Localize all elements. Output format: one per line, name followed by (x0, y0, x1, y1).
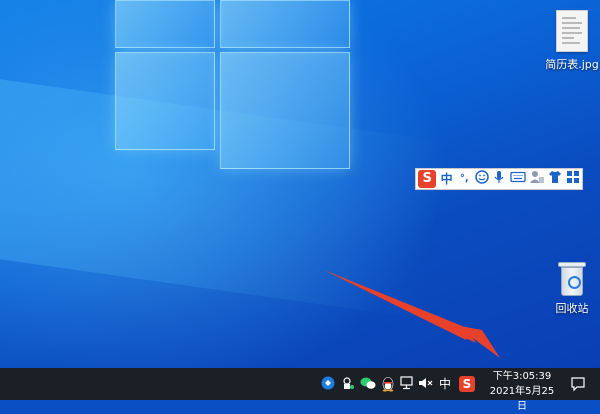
clock-date: 2021年5月25日 (489, 386, 555, 412)
wechat-icon[interactable] (360, 376, 376, 392)
toolbox-grid-icon[interactable] (565, 170, 580, 188)
windows-logo-pane-top-right (220, 0, 350, 48)
desktop-icon-label: 回收站 (555, 302, 589, 315)
input-method-indicator[interactable]: 中 (437, 376, 453, 392)
sogou-ime-toolbar[interactable]: S 中 °, (415, 168, 583, 190)
recycle-bin-icon (558, 262, 586, 296)
sogou-logo-icon[interactable]: S (418, 170, 437, 188)
sogou-cloud-icon[interactable] (320, 376, 336, 392)
windows-logo-pane-bottom-right (220, 52, 350, 169)
ime-mode-toggle[interactable]: 中 (439, 170, 454, 188)
sogou-tray-icon[interactable]: S (459, 376, 475, 392)
microphone-icon[interactable] (492, 170, 507, 188)
clock-time: 下午3:05:39 (492, 371, 552, 382)
windows-logo-pane-bottom-left (115, 52, 215, 150)
taskbar: 中 S 下午3:05:39 2021年5月25日 (0, 368, 600, 412)
usb-device-icon[interactable] (340, 376, 356, 392)
windows-logo-pane-top-left (115, 0, 215, 48)
user-icon[interactable] (529, 170, 545, 188)
image-file-icon (556, 10, 588, 52)
desktop-icon-label: 简历表.jpg (545, 58, 599, 71)
skin-shirt-icon[interactable] (548, 170, 563, 188)
desktop-icon-resume-file[interactable]: 简历表.jpg (544, 10, 600, 72)
taskbar-clock[interactable]: 下午3:05:39 2021年5月25日 (488, 369, 556, 414)
notification-center-icon[interactable] (570, 376, 586, 392)
qq-penguin-icon[interactable] (380, 376, 396, 392)
keyboard-icon[interactable] (510, 170, 526, 188)
desktop-wallpaper[interactable]: 简历表.jpg 回收站 S 中 °, (0, 0, 600, 368)
ime-punctuation-toggle[interactable]: °, (457, 170, 472, 188)
network-icon[interactable] (400, 376, 416, 392)
desktop-icon-recycle-bin[interactable]: 回收站 (544, 262, 600, 316)
emoji-icon[interactable] (475, 170, 490, 188)
volume-muted-icon[interactable] (418, 376, 434, 392)
